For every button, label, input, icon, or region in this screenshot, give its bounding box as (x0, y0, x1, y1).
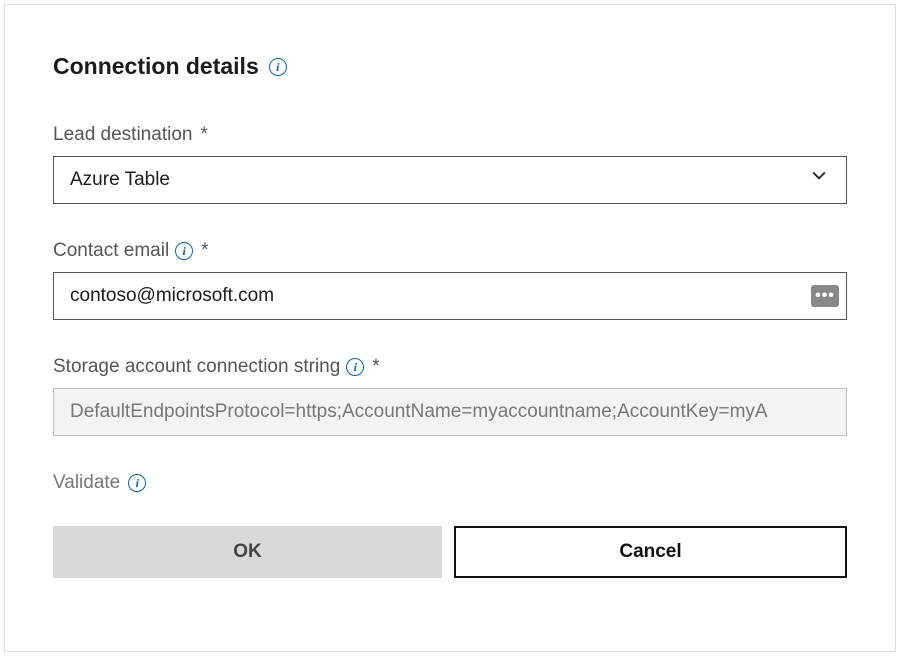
page-title: Connection details (53, 53, 259, 80)
ellipsis-icon: ••• (815, 288, 835, 304)
lead-destination-select-wrap: Azure Table (53, 156, 847, 204)
contact-email-group: Contact email i * ••• (53, 240, 847, 320)
info-icon[interactable]: i (128, 474, 146, 492)
connection-string-label: Storage account connection string (53, 356, 340, 378)
contact-email-input-wrap: ••• (53, 272, 847, 320)
heading-row: Connection details i (53, 53, 847, 80)
required-marker: * (201, 240, 208, 262)
required-marker: * (200, 124, 207, 146)
lead-destination-select[interactable]: Azure Table (53, 156, 847, 204)
contact-email-label: Contact email (53, 240, 169, 262)
validate-link[interactable]: Validate (53, 472, 120, 494)
ok-button[interactable]: OK (53, 526, 442, 578)
cancel-button[interactable]: Cancel (454, 526, 847, 578)
connection-string-input-wrap (53, 388, 847, 436)
lead-destination-group: Lead destination * Azure Table (53, 124, 847, 204)
contact-email-more-button[interactable]: ••• (811, 285, 839, 307)
button-row: OK Cancel (53, 526, 847, 578)
info-icon[interactable]: i (175, 242, 193, 260)
lead-destination-value: Azure Table (70, 169, 170, 191)
required-marker: * (372, 356, 379, 378)
connection-string-group: Storage account connection string i * (53, 356, 847, 436)
lead-destination-label-row: Lead destination * (53, 124, 847, 146)
connection-string-label-row: Storage account connection string i * (53, 356, 847, 378)
connection-string-field[interactable] (53, 388, 847, 436)
info-icon[interactable]: i (346, 358, 364, 376)
contact-email-field[interactable] (53, 272, 847, 320)
lead-destination-label: Lead destination (53, 124, 192, 146)
connection-details-panel: Connection details i Lead destination * … (4, 4, 896, 652)
info-icon[interactable]: i (269, 58, 287, 76)
contact-email-label-row: Contact email i * (53, 240, 847, 262)
validate-row: Validate i (53, 472, 847, 494)
